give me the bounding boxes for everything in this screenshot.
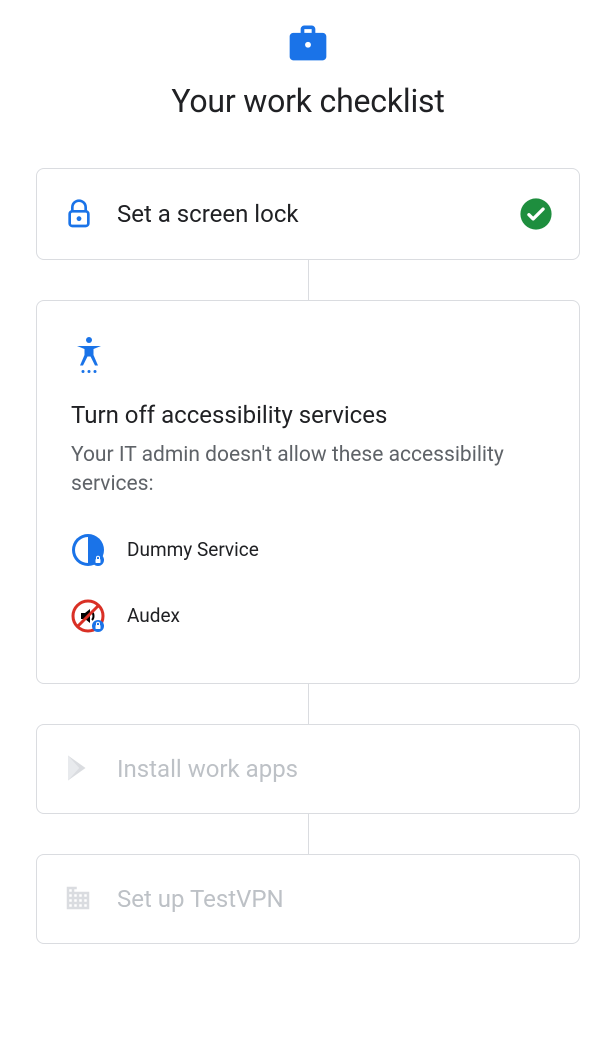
install-apps-label: Install work apps	[117, 755, 553, 783]
connector	[36, 684, 580, 724]
service-item: Dummy Service	[71, 523, 545, 577]
accessibility-subtitle: Your IT admin doesn't allow these access…	[71, 441, 545, 499]
domain-icon	[63, 883, 95, 915]
accessibility-title: Turn off accessibility services	[71, 401, 545, 429]
page-title: Your work checklist	[0, 82, 616, 120]
checklist-item-install-apps[interactable]: Install work apps	[36, 724, 580, 814]
checklist-item-screen-lock[interactable]: Set a screen lock	[36, 168, 580, 260]
accessibility-icon	[71, 360, 107, 379]
connector	[36, 814, 580, 854]
checklist-item-accessibility[interactable]: Turn off accessibility services Your IT …	[36, 300, 580, 684]
checklist-item-vpn[interactable]: Set up TestVPN	[36, 854, 580, 944]
play-store-icon	[63, 753, 95, 785]
audex-icon	[71, 599, 105, 633]
service-name: Dummy Service	[127, 538, 259, 561]
check-icon	[519, 197, 553, 231]
connector	[36, 260, 580, 300]
lock-icon	[63, 198, 95, 230]
dummy-service-icon	[71, 533, 105, 567]
service-item: Audex	[71, 589, 545, 643]
briefcase-icon	[0, 0, 616, 64]
vpn-label: Set up TestVPN	[117, 885, 553, 913]
service-name: Audex	[127, 604, 180, 627]
screen-lock-label: Set a screen lock	[117, 200, 519, 228]
